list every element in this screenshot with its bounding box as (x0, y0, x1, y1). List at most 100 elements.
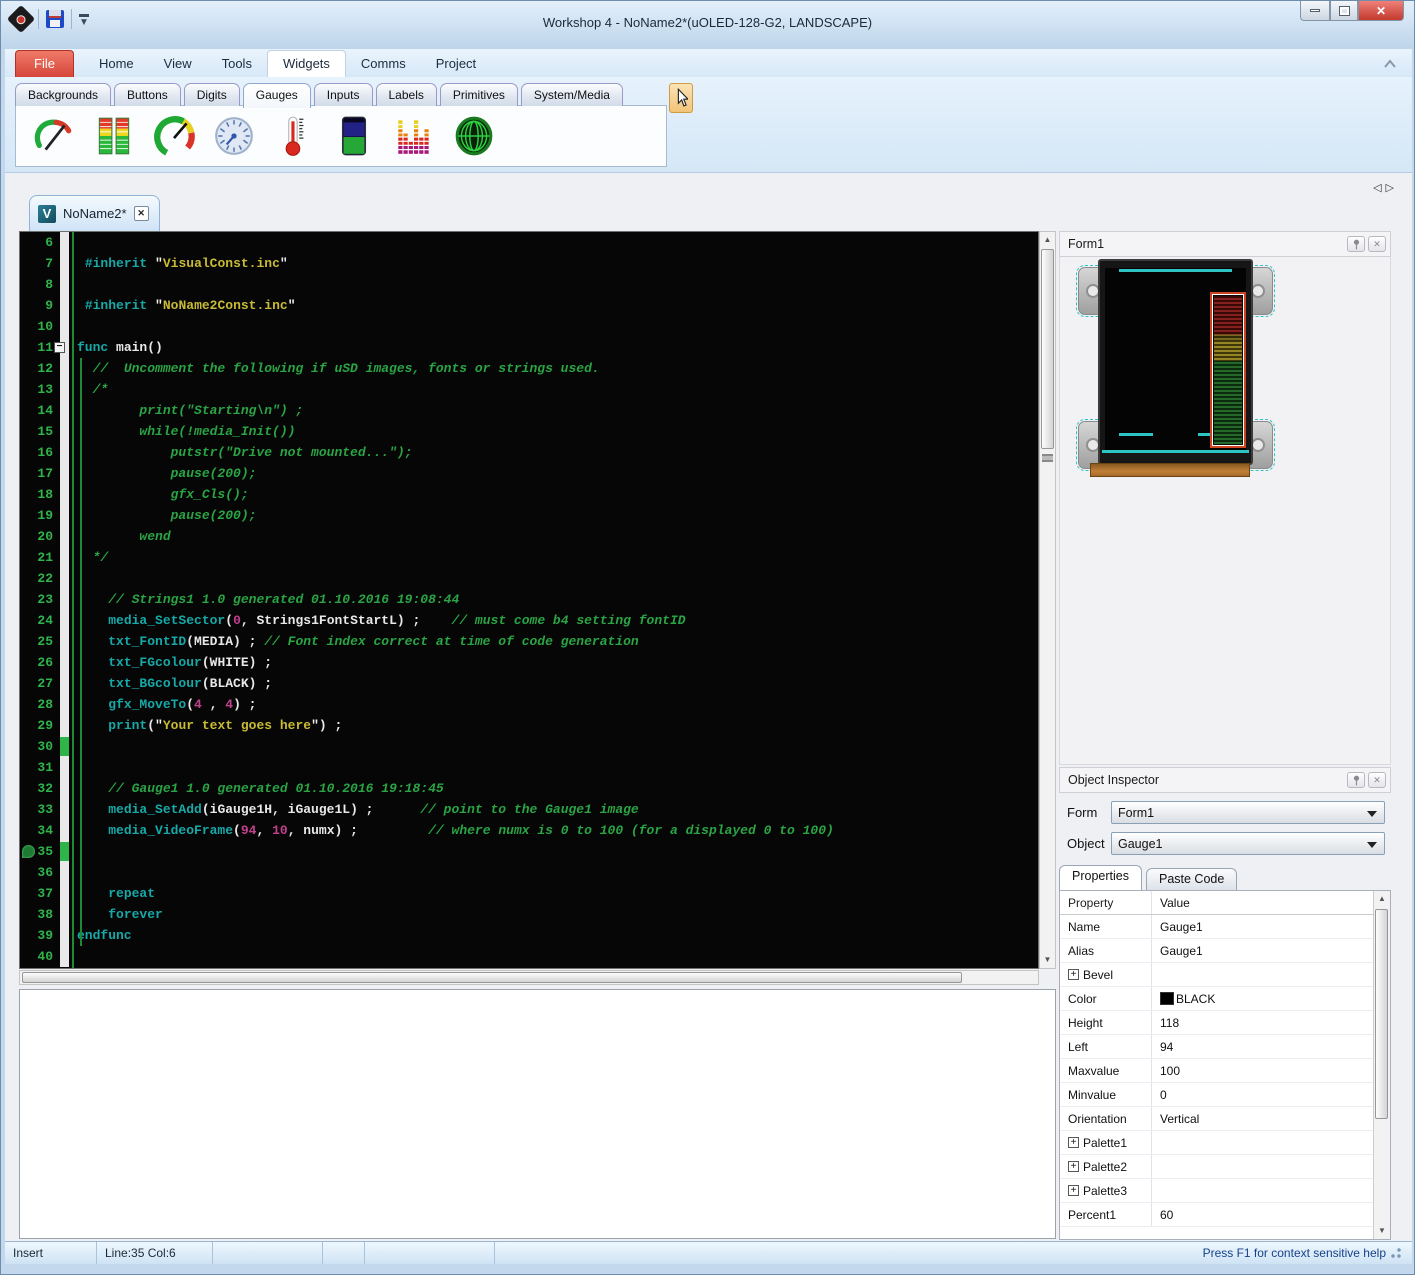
property-row-left[interactable]: Left94 (1060, 1035, 1390, 1059)
widget-tab-gauges[interactable]: Gauges (243, 83, 311, 108)
code-line-20: 20 wend (20, 526, 1038, 547)
thermometer-icon[interactable] (272, 112, 316, 160)
widget-tab-buttons[interactable]: Buttons (114, 83, 181, 106)
widget-tab-primitives[interactable]: Primitives (440, 83, 518, 106)
property-value: Gauge1 (1160, 920, 1203, 934)
scrollbar-thumb[interactable] (22, 972, 962, 983)
widget-tab-system-media[interactable]: System/Media (521, 83, 623, 106)
scroll-up-icon[interactable]: ▲ (1374, 891, 1390, 907)
property-name: Height (1068, 1016, 1103, 1030)
pin-icon[interactable] (1347, 772, 1365, 788)
fold-toggle-icon[interactable]: − (54, 342, 65, 353)
menu-item-comms[interactable]: Comms (346, 51, 421, 77)
close-panel-icon[interactable]: ✕ (1368, 772, 1386, 788)
line-number: 31 (20, 757, 60, 778)
property-value: BLACK (1176, 992, 1215, 1006)
property-row-alias[interactable]: AliasGauge1 (1060, 939, 1390, 963)
code-text: media_VideoFrame(94, 10, numx) ; // wher… (69, 820, 834, 841)
menu-item-tools[interactable]: Tools (207, 51, 267, 77)
round-gauge-icon[interactable] (152, 112, 196, 160)
widget-tab-labels[interactable]: Labels (376, 83, 437, 106)
menu-item-file[interactable]: File (15, 50, 74, 77)
menu-item-home[interactable]: Home (84, 51, 149, 77)
property-value: Gauge1 (1160, 944, 1203, 958)
title-bar[interactable]: ▬▼ Workshop 4 - NoName2*(uOLED-128-G2, L… (1, 1, 1414, 49)
line-number: 22 (20, 568, 60, 589)
fold-margin (60, 757, 69, 778)
gauge1-widget-selected[interactable] (1210, 292, 1246, 448)
angular-meter-icon[interactable] (32, 112, 76, 160)
property-row-palette3[interactable]: +Palette3 (1060, 1179, 1390, 1203)
scrollbar-thumb[interactable] (1375, 909, 1388, 1119)
property-row-percent1[interactable]: Percent160 (1060, 1203, 1390, 1227)
property-name: Percent1 (1068, 1208, 1116, 1222)
document-tab-close-icon[interactable]: ✕ (134, 206, 149, 221)
widget-tab-backgrounds[interactable]: Backgrounds (15, 83, 111, 106)
tab-properties[interactable]: Properties (1059, 865, 1142, 890)
grid-scrollbar[interactable]: ▲ ▼ (1373, 891, 1390, 1239)
tab-scroll-arrows[interactable]: ◁▷ (1373, 181, 1398, 194)
pin-icon[interactable] (1347, 236, 1365, 252)
object-inspector-title: Object Inspector (1068, 773, 1159, 787)
select-cursor-button[interactable] (669, 83, 693, 113)
device-screen[interactable] (1105, 268, 1246, 450)
fold-margin (60, 358, 69, 379)
editor-vertical-scrollbar[interactable]: ▲ ▼ (1039, 231, 1056, 969)
menu-item-widgets[interactable]: Widgets (267, 50, 346, 77)
line-number: 10 (20, 316, 60, 337)
property-row-height[interactable]: Height118 (1060, 1011, 1390, 1035)
form-panel-header[interactable]: Form1 ✕ (1059, 231, 1391, 257)
expand-icon[interactable]: + (1068, 1185, 1079, 1196)
menu-item-view[interactable]: View (149, 51, 207, 77)
resize-grip[interactable] (1390, 1247, 1402, 1259)
line-number: 26 (20, 652, 60, 673)
menu-item-project[interactable]: Project (421, 51, 491, 77)
property-row-palette1[interactable]: +Palette1 (1060, 1131, 1390, 1155)
widget-tab-strip: BackgroundsButtonsDigitsGaugesInputsLabe… (15, 81, 623, 106)
object-inspector-header[interactable]: Object Inspector ✕ (1059, 767, 1391, 793)
close-panel-icon[interactable]: ✕ (1368, 236, 1386, 252)
code-text: wend (69, 526, 171, 547)
maximize-button[interactable] (1330, 1, 1358, 21)
fold-margin (60, 421, 69, 442)
output-panel[interactable] (19, 989, 1056, 1239)
dial-meter-icon[interactable] (212, 112, 256, 160)
widget-tab-inputs[interactable]: Inputs (314, 83, 373, 106)
property-row-bevel[interactable]: +Bevel (1060, 963, 1390, 987)
scope-gauge-icon[interactable] (452, 112, 496, 160)
scrollbar-thumb[interactable] (1041, 249, 1054, 449)
property-row-palette2[interactable]: +Palette2 (1060, 1155, 1390, 1179)
form-select[interactable]: Form1 (1111, 801, 1385, 824)
property-row-maxvalue[interactable]: Maxvalue100 (1060, 1059, 1390, 1083)
expand-icon[interactable]: + (1068, 969, 1079, 980)
spectrum-gauge-icon[interactable] (392, 112, 436, 160)
scroll-down-icon[interactable]: ▼ (1040, 952, 1055, 968)
object-select[interactable]: Gauge1 (1111, 832, 1385, 855)
tank-level-icon[interactable] (332, 112, 376, 160)
code-text: txt_BGcolour(BLACK) ; (69, 673, 272, 694)
tab-paste-code[interactable]: Paste Code (1146, 868, 1237, 890)
fold-margin (60, 379, 69, 400)
widget-tab-digits[interactable]: Digits (184, 83, 240, 106)
property-row-minvalue[interactable]: Minvalue0 (1060, 1083, 1390, 1107)
line-number: 32 (20, 778, 60, 799)
minimize-button[interactable] (1300, 1, 1330, 21)
device-preview[interactable] (1078, 259, 1273, 489)
menu-bar: File HomeViewToolsWidgetsCommsProject (5, 49, 1412, 77)
ribbon-collapse-icon[interactable] (1382, 57, 1398, 75)
property-row-color[interactable]: ColorBLACK (1060, 987, 1390, 1011)
editor-horizontal-scrollbar[interactable] (19, 970, 1039, 985)
property-row-name[interactable]: NameGauge1 (1060, 915, 1390, 939)
document-tab[interactable]: V NoName2* ✕ (29, 195, 160, 231)
expand-icon[interactable]: + (1068, 1137, 1079, 1148)
form-design-surface[interactable] (1059, 257, 1391, 765)
close-button[interactable]: ✕ (1358, 1, 1404, 21)
code-line-35: 35 (20, 841, 1038, 862)
code-editor[interactable]: 67 #inherit "VisualConst.inc"89 #inherit… (19, 231, 1039, 969)
line-number: 14 (20, 400, 60, 421)
expand-icon[interactable]: + (1068, 1161, 1079, 1172)
property-row-orientation[interactable]: OrientationVertical (1060, 1107, 1390, 1131)
led-bar-gauge-icon[interactable] (92, 112, 136, 160)
scroll-up-icon[interactable]: ▲ (1040, 232, 1055, 248)
scroll-down-icon[interactable]: ▼ (1374, 1223, 1390, 1239)
